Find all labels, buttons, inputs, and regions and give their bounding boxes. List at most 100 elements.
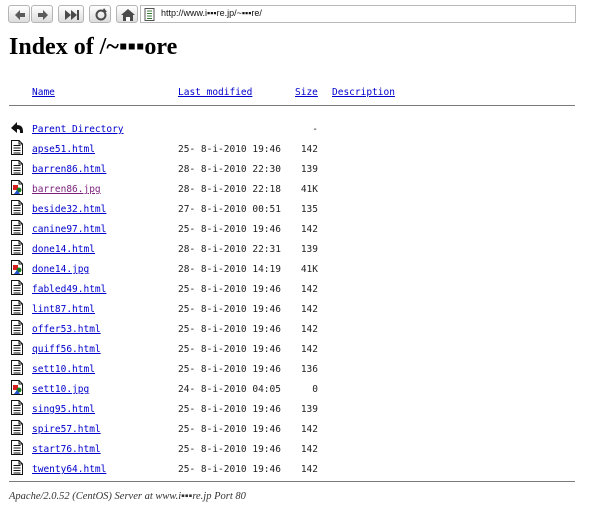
address-bar[interactable]: http://www.i▪▪▪re.jp/~▪▪▪re/ — [140, 5, 576, 23]
page-title: Index of /~▪▪▪ore — [9, 34, 178, 60]
file-row: lint87.html 25- 8-i-2010 19:46 142 — [0, 299, 600, 319]
image-file-icon — [11, 260, 23, 275]
file-last-modified: 27- 8-i-2010 00:51 — [178, 204, 281, 215]
text-file-icon — [11, 320, 23, 335]
column-size[interactable]: Size — [295, 87, 318, 98]
file-row: beside32.html 27- 8-i-2010 00:51 135 — [0, 199, 600, 219]
parent-size: - — [312, 124, 318, 135]
file-link[interactable]: lint87.html — [32, 304, 95, 315]
browser-toolbar: http://www.i▪▪▪re.jp/~▪▪▪re/ — [0, 0, 600, 28]
file-link[interactable]: spire57.html — [32, 424, 101, 435]
file-last-modified: 25- 8-i-2010 19:46 — [178, 304, 281, 315]
parent-directory-row: Parent Directory - — [0, 119, 600, 139]
file-row: twenty64.html 25- 8-i-2010 19:46 142 — [0, 459, 600, 479]
home-icon — [121, 9, 135, 21]
fast-forward-button[interactable] — [58, 5, 84, 23]
file-link[interactable]: done14.jpg — [32, 264, 89, 275]
file-last-modified: 25- 8-i-2010 19:46 — [178, 424, 281, 435]
page-icon — [144, 8, 155, 21]
text-file-icon — [11, 280, 23, 295]
back-arrow-icon — [15, 10, 25, 20]
file-link[interactable]: barren86.html — [32, 164, 106, 175]
forward-arrow-icon — [38, 10, 48, 20]
address-url: http://www.i▪▪▪re.jp/~▪▪▪re/ — [161, 8, 262, 18]
file-size: 135 — [300, 204, 318, 215]
file-last-modified: 28- 8-i-2010 22:18 — [178, 184, 281, 195]
file-last-modified: 28- 8-i-2010 22:30 — [178, 164, 281, 175]
home-button[interactable] — [116, 5, 138, 23]
file-link[interactable]: sett10.jpg — [32, 384, 89, 395]
text-file-icon — [11, 460, 23, 475]
file-last-modified: 25- 8-i-2010 19:46 — [178, 364, 281, 375]
header-divider — [9, 105, 575, 106]
reload-button[interactable] — [89, 5, 111, 23]
file-row: sett10.html 25- 8-i-2010 19:46 136 — [0, 359, 600, 379]
file-last-modified: 25- 8-i-2010 19:46 — [178, 444, 281, 455]
file-size: 142 — [300, 444, 318, 455]
file-size: 139 — [300, 244, 318, 255]
file-last-modified: 25- 8-i-2010 19:46 — [178, 464, 281, 475]
text-file-icon — [11, 440, 23, 455]
file-size: 0 — [312, 384, 318, 395]
file-row: quiff56.html 25- 8-i-2010 19:46 142 — [0, 339, 600, 359]
file-link[interactable]: apse51.html — [32, 144, 95, 155]
text-file-icon — [11, 300, 23, 315]
file-link[interactable]: sett10.html — [32, 364, 95, 375]
text-file-icon — [11, 160, 23, 175]
file-size: 139 — [300, 404, 318, 415]
image-file-icon — [11, 380, 23, 395]
file-row: sett10.jpg 24- 8-i-2010 04:05 0 — [0, 379, 600, 399]
footer-divider — [9, 481, 575, 482]
image-file-icon — [11, 180, 23, 195]
text-file-icon — [11, 360, 23, 375]
text-file-icon — [11, 140, 23, 155]
file-last-modified: 28- 8-i-2010 14:19 — [178, 264, 281, 275]
file-last-modified: 25- 8-i-2010 19:46 — [178, 404, 281, 415]
file-link[interactable]: quiff56.html — [32, 344, 101, 355]
file-last-modified: 25- 8-i-2010 19:46 — [178, 224, 281, 235]
server-signature: Apache/2.0.52 (CentOS) Server at www.i▪▪… — [9, 491, 246, 502]
file-size: 139 — [300, 164, 318, 175]
file-size: 142 — [300, 344, 318, 355]
column-description[interactable]: Description — [332, 87, 395, 98]
column-last-modified[interactable]: Last modified — [178, 87, 252, 98]
file-link[interactable]: canine97.html — [32, 224, 106, 235]
fast-forward-icon — [65, 10, 79, 20]
text-file-icon — [11, 220, 23, 235]
text-file-icon — [11, 240, 23, 255]
file-link[interactable]: fabled49.html — [32, 284, 106, 295]
file-last-modified: 25- 8-i-2010 19:46 — [178, 344, 281, 355]
file-link[interactable]: done14.html — [32, 244, 95, 255]
parent-directory-link[interactable]: Parent Directory — [32, 124, 124, 135]
column-name[interactable]: Name — [32, 87, 55, 98]
file-link[interactable]: offer53.html — [32, 324, 101, 335]
file-row: done14.html 28- 8-i-2010 22:31 139 — [0, 239, 600, 259]
text-file-icon — [11, 400, 23, 415]
file-size: 41K — [300, 264, 318, 275]
text-file-icon — [11, 340, 23, 355]
forward-button[interactable] — [31, 5, 53, 23]
file-size: 142 — [300, 324, 318, 335]
text-file-icon — [11, 200, 23, 215]
file-last-modified: 25- 8-i-2010 19:46 — [178, 144, 281, 155]
file-link[interactable]: barren86.jpg — [32, 184, 101, 195]
file-link[interactable]: sing95.html — [32, 404, 95, 415]
file-size: 142 — [300, 224, 318, 235]
file-row: sing95.html 25- 8-i-2010 19:46 139 — [0, 399, 600, 419]
file-size: 142 — [300, 424, 318, 435]
back-button[interactable] — [8, 5, 30, 23]
file-row: barren86.html 28- 8-i-2010 22:30 139 — [0, 159, 600, 179]
text-file-icon — [11, 420, 23, 435]
file-row: fabled49.html 25- 8-i-2010 19:46 142 — [0, 279, 600, 299]
file-link[interactable]: twenty64.html — [32, 464, 106, 475]
file-last-modified: 25- 8-i-2010 19:46 — [178, 324, 281, 335]
file-last-modified: 25- 8-i-2010 19:46 — [178, 284, 281, 295]
file-row: start76.html 25- 8-i-2010 19:46 142 — [0, 439, 600, 459]
file-link[interactable]: beside32.html — [32, 204, 106, 215]
file-size: 142 — [300, 304, 318, 315]
file-link[interactable]: start76.html — [32, 444, 101, 455]
file-row: barren86.jpg 28- 8-i-2010 22:18 41K — [0, 179, 600, 199]
file-row: apse51.html 25- 8-i-2010 19:46 142 — [0, 139, 600, 159]
file-size: 136 — [300, 364, 318, 375]
file-row: canine97.html 25- 8-i-2010 19:46 142 — [0, 219, 600, 239]
